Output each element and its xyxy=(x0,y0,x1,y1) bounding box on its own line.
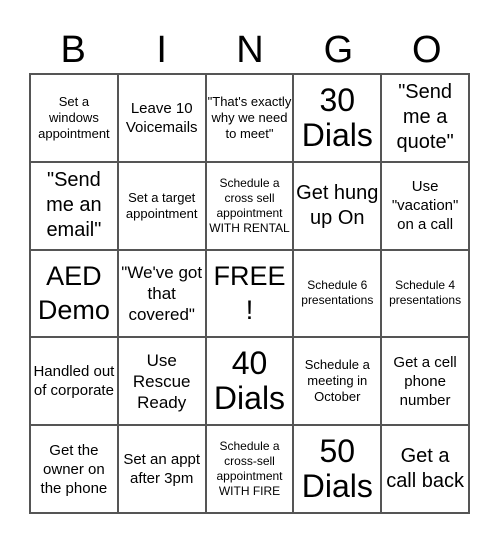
bingo-cell-text: "We've got that covered" xyxy=(121,262,203,324)
bingo-cell-text: Get the owner on the phone xyxy=(40,441,108,497)
bingo-cell-text: Schedule a cross sell appointment WITH R… xyxy=(209,175,290,235)
bingo-cell[interactable]: Schedule 4 presentations xyxy=(381,249,469,338)
bingo-cell[interactable]: Get the owner on the phone xyxy=(30,425,118,513)
bingo-cell-text: Use "vacation" on a call xyxy=(391,178,459,234)
bingo-cell[interactable]: Set an appt after 3pm xyxy=(117,425,206,513)
bingo-cell[interactable]: Use "vacation" on a call xyxy=(381,161,469,250)
bingo-cell-text: Get hung up On xyxy=(296,181,379,229)
bingo-cell[interactable]: 50 Dials xyxy=(293,425,382,513)
header-letter-i: I xyxy=(156,29,167,71)
bingo-cell[interactable]: 30 Dials xyxy=(293,74,382,162)
bingo-cell[interactable]: AED Demo xyxy=(30,249,118,338)
bingo-cell-text: Get a call back xyxy=(386,445,464,493)
bingo-cell-text: AED Demo xyxy=(37,261,110,326)
bingo-header: B I N G O xyxy=(29,28,471,72)
bingo-cell-text: Leave 10 Voicemails xyxy=(125,99,198,136)
bingo-cell[interactable]: 40 Dials xyxy=(205,337,294,426)
bingo-cell[interactable]: Schedule a cross-sell appointment WITH F… xyxy=(205,425,294,513)
bingo-cell[interactable]: Get a call back xyxy=(381,425,469,513)
bingo-cell[interactable]: Set a target appointment xyxy=(117,161,206,250)
bingo-cell-text: Set an appt after 3pm xyxy=(123,451,201,488)
bingo-cell-text: 30 Dials xyxy=(301,81,373,153)
bingo-cell[interactable]: Schedule a meeting in October xyxy=(293,337,382,426)
bingo-cell-text: Set a target appointment xyxy=(125,189,198,221)
bingo-cell[interactable]: Get a cell phone number xyxy=(381,337,469,426)
header-letter-n: N xyxy=(236,29,264,71)
bingo-cell[interactable]: "Send me a quote" xyxy=(381,74,469,162)
bingo-cell-text: 40 Dials xyxy=(213,345,286,417)
header-letter-g: G xyxy=(323,29,354,71)
bingo-cell-text: Schedule 4 presentations xyxy=(389,278,462,308)
bingo-cell[interactable]: "We've got that covered" xyxy=(117,249,206,338)
bingo-cell-text: 50 Dials xyxy=(301,433,373,505)
bingo-cell-text: Schedule a meeting in October xyxy=(304,357,370,405)
bingo-cell-text: FREE ! xyxy=(213,261,286,326)
bingo-cell-text: Schedule 6 presentations xyxy=(301,278,374,308)
bingo-cell[interactable]: Schedule 6 presentations xyxy=(293,249,382,338)
bingo-cell[interactable]: Get hung up On xyxy=(293,161,382,250)
bingo-cell-text: Handled out of corporate xyxy=(33,363,115,400)
bingo-grid: Set a windows appointment Leave 10 Voicem… xyxy=(29,73,470,514)
bingo-cell[interactable]: Leave 10 Voicemails xyxy=(117,74,206,162)
bingo-cell-text: Set a windows appointment xyxy=(38,93,110,141)
bingo-cell-text: "That's exactly why we need to meet" xyxy=(207,93,292,141)
bingo-cell[interactable]: Set a windows appointment xyxy=(30,74,118,162)
bingo-cell-text: Get a cell phone number xyxy=(393,353,457,409)
bingo-cell[interactable]: Handled out of corporate xyxy=(30,337,118,426)
header-letter-o: O xyxy=(412,29,442,71)
bingo-cell-text: Use Rescue Ready xyxy=(132,350,191,412)
bingo-cell[interactable]: FREE ! xyxy=(205,249,294,338)
bingo-cell[interactable]: Use Rescue Ready xyxy=(117,337,206,426)
bingo-cell-text: "Send me a quote" xyxy=(396,81,454,154)
header-letter-b: B xyxy=(60,29,86,71)
bingo-cell-text: "Send me an email" xyxy=(46,169,102,242)
bingo-cell[interactable]: "Send me an email" xyxy=(30,161,118,250)
bingo-cell[interactable]: "That's exactly why we need to meet" xyxy=(205,74,294,162)
bingo-cell[interactable]: Schedule a cross sell appointment WITH R… xyxy=(205,161,294,250)
bingo-cell-text: Schedule a cross-sell appointment WITH F… xyxy=(216,439,283,499)
